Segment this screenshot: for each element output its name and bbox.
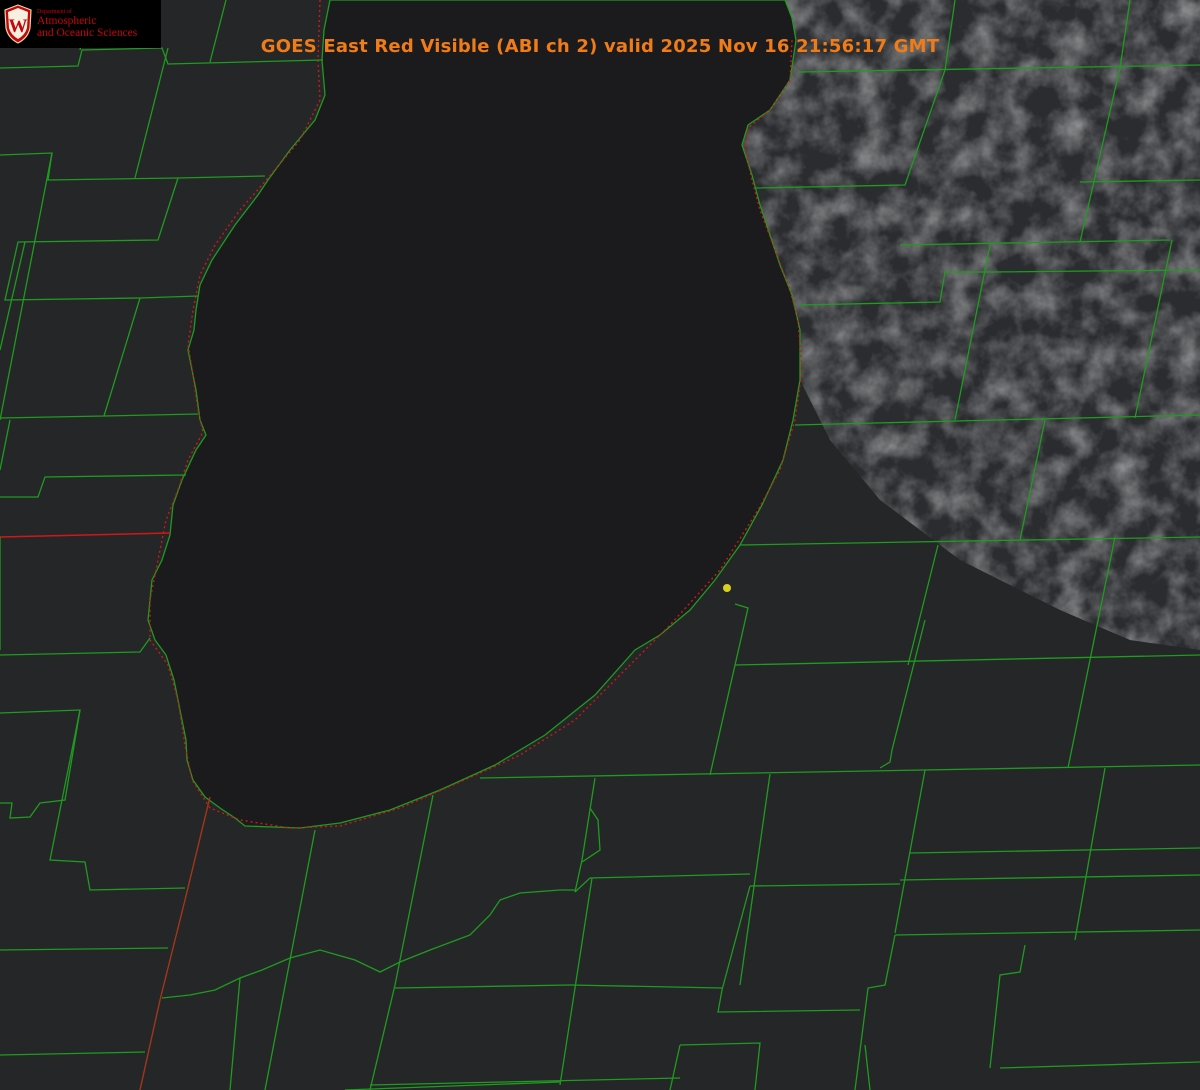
aos-logo[interactable]: W Department of Atmospheric and Oceanic …	[0, 0, 161, 48]
satellite-map[interactable]	[0, 0, 1200, 1090]
logo-text: Department of Atmospheric and Oceanic Sc…	[37, 9, 137, 39]
logo-line-1: Atmospheric	[37, 15, 97, 28]
image-title: GOES East Red Visible (ABI ch 2) valid 2…	[260, 36, 940, 57]
location-marker[interactable]	[723, 584, 731, 592]
logo-line-2: and Oceanic Sciences	[37, 27, 138, 40]
crest-letter: W	[9, 16, 28, 37]
uw-crest-icon: W	[4, 4, 32, 44]
